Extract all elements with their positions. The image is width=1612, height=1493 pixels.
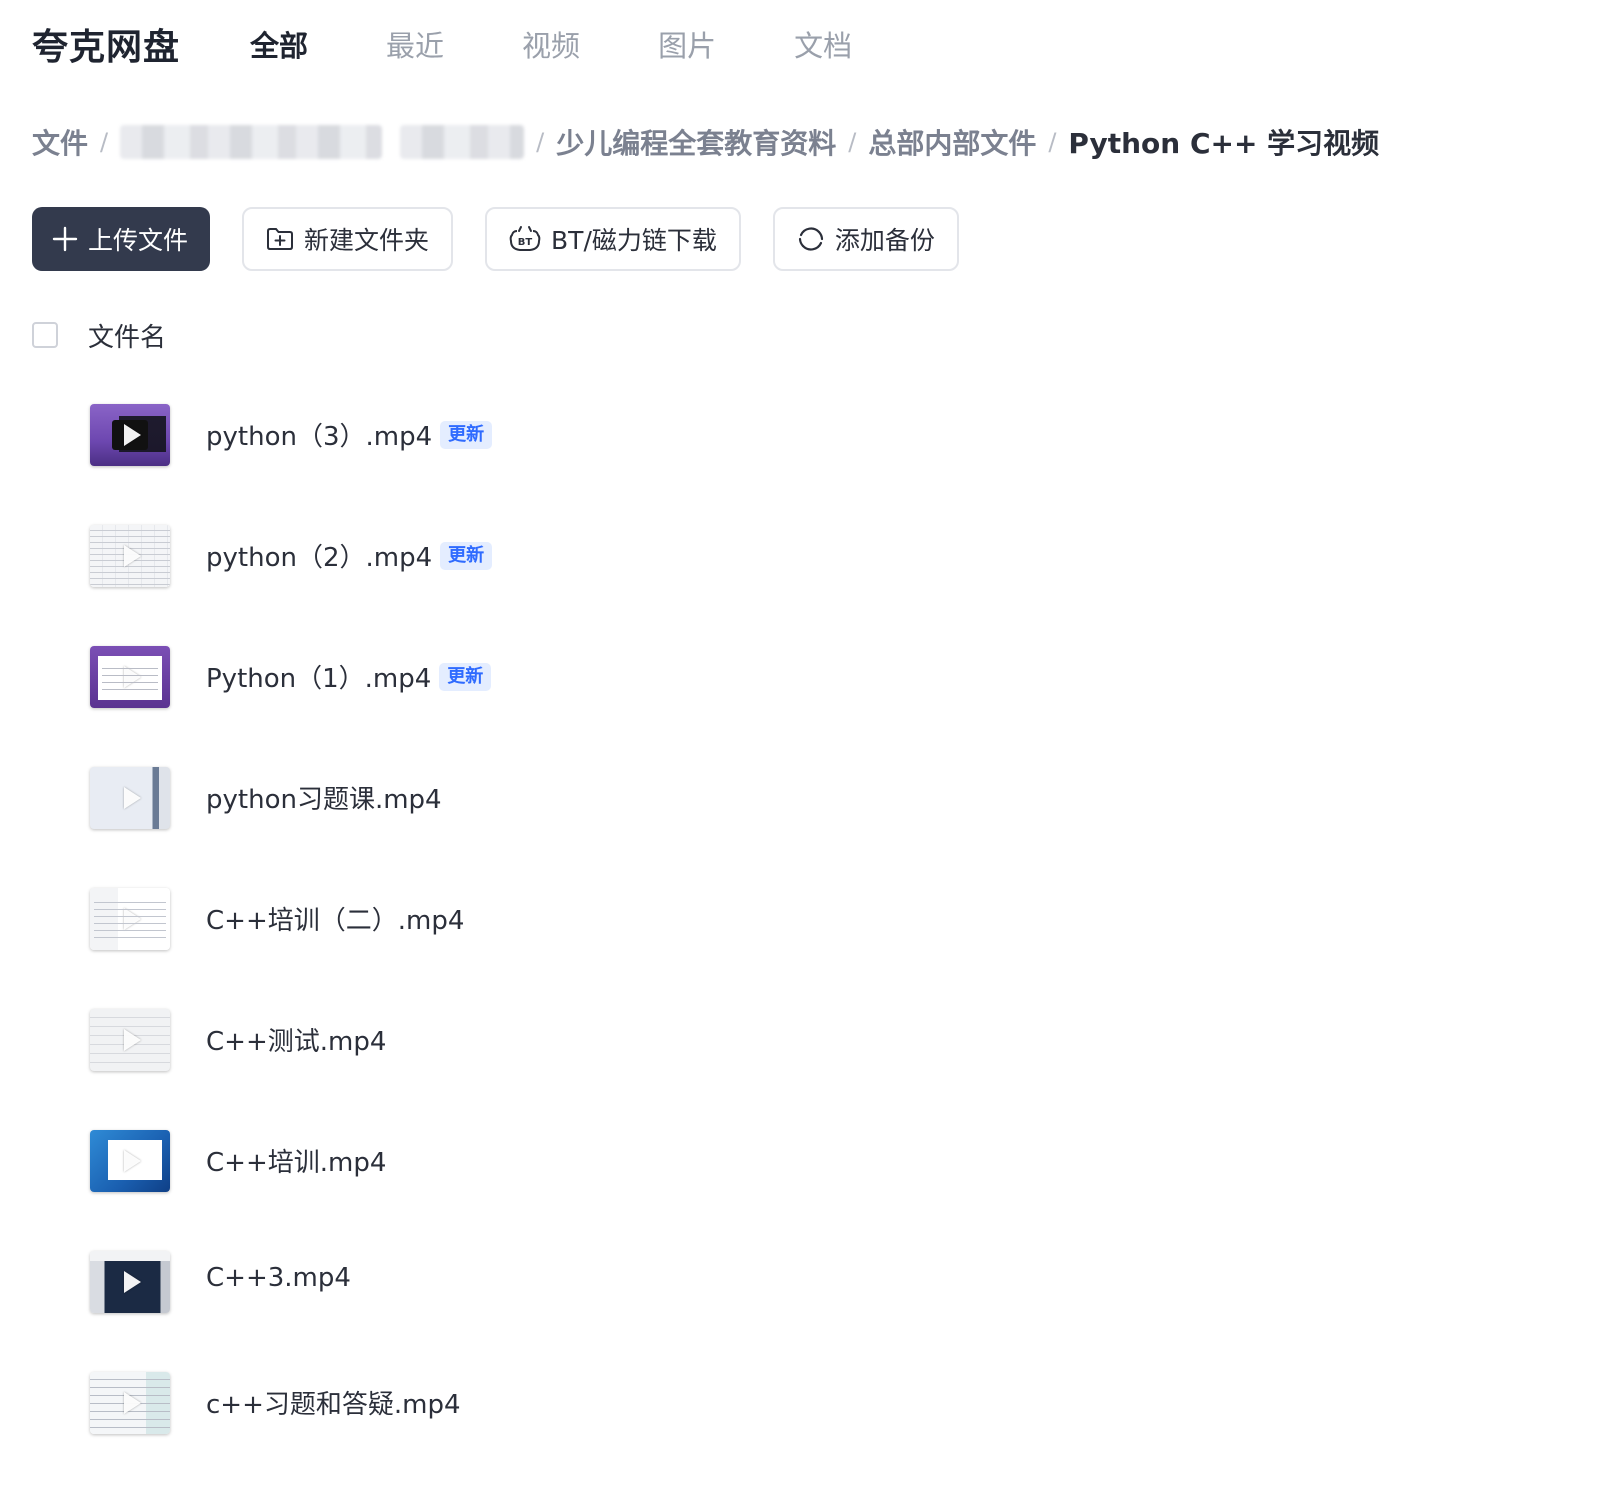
file-list: python（3）.mp4 更新 python（2）.mp4 更新 Python… — [90, 404, 1550, 1493]
backup-sync-icon — [797, 225, 825, 253]
file-name-text: python（2）.mp4 — [206, 543, 433, 573]
file-name: C++3.mp4 — [206, 1263, 351, 1293]
file-row[interactable]: c++习题和答疑.mp4 — [90, 1372, 1550, 1493]
file-row[interactable]: python（3）.mp4 更新 — [90, 404, 1550, 525]
breadcrumb-separator: / — [100, 128, 109, 156]
play-icon — [124, 908, 141, 930]
file-row[interactable]: C++培训（二）.mp4 — [90, 888, 1550, 1009]
app-logo[interactable]: 夸克网盘 — [32, 18, 180, 70]
video-thumbnail — [90, 404, 170, 466]
file-name-text: C++培训（二）.mp4 — [206, 906, 465, 936]
file-name-text: C++培训.mp4 — [206, 1148, 387, 1178]
video-thumbnail — [90, 1130, 170, 1192]
tab-image[interactable]: 图片 — [658, 23, 716, 65]
file-name: c++习题和答疑.mp4 — [206, 1384, 461, 1421]
breadcrumb-item-hq-files[interactable]: 总部内部文件 — [868, 122, 1036, 162]
file-name: python（2）.mp4 更新 — [206, 537, 493, 574]
file-name: python（3）.mp4 更新 — [206, 416, 493, 453]
video-thumbnail — [90, 1251, 170, 1313]
play-icon — [124, 1392, 141, 1414]
file-row[interactable]: C++测试.mp4 — [90, 1009, 1550, 1130]
bt-magnet-icon: BT — [509, 225, 541, 253]
new-folder-icon — [266, 226, 294, 252]
tab-document[interactable]: 文档 — [794, 23, 852, 65]
video-thumbnail — [90, 1372, 170, 1434]
play-icon — [124, 1029, 141, 1051]
bt-download-button[interactable]: BT BT/磁力链下载 — [485, 207, 741, 271]
file-name: C++培训（二）.mp4 — [206, 900, 464, 937]
video-thumbnail — [90, 1009, 170, 1071]
file-row[interactable]: Python（1）.mp4 更新 — [90, 646, 1550, 767]
file-name-text: python习题课.mp4 — [206, 785, 442, 815]
video-thumbnail — [90, 646, 170, 708]
new-folder-label: 新建文件夹 — [304, 226, 430, 255]
file-name: C++测试.mp4 — [206, 1021, 386, 1058]
file-row[interactable]: C++培训.mp4 — [90, 1130, 1550, 1251]
breadcrumb-current: Python C++ 学习视频 — [1068, 127, 1380, 160]
svg-text:BT: BT — [518, 237, 533, 248]
play-icon — [124, 666, 141, 688]
video-thumbnail — [90, 525, 170, 587]
upload-file-label: 上传文件 — [88, 226, 189, 255]
breadcrumb-redacted-segment[interactable] — [120, 125, 383, 159]
file-name-text: Python（1）.mp4 — [206, 664, 432, 694]
file-row[interactable]: python（2）.mp4 更新 — [90, 525, 1550, 646]
update-badge: 更新 — [439, 662, 492, 691]
file-name: python习题课.mp4 — [206, 779, 442, 816]
breadcrumb-root[interactable]: 文件 — [32, 122, 88, 162]
list-header: 文件名 — [32, 317, 166, 354]
video-thumbnail — [90, 767, 170, 829]
add-backup-label: 添加备份 — [834, 226, 935, 255]
play-icon — [124, 1271, 141, 1293]
play-icon — [124, 424, 141, 446]
video-thumbnail — [90, 888, 170, 950]
tab-recent[interactable]: 最近 — [386, 23, 444, 65]
file-name-text: C++测试.mp4 — [206, 1027, 387, 1057]
top-nav: 夸克网盘 全部 最近 视频 图片 文档 — [32, 18, 930, 70]
column-header-filename[interactable]: 文件名 — [88, 317, 166, 354]
file-name-text: C++3.mp4 — [206, 1263, 351, 1293]
breadcrumb-separator: / — [848, 128, 857, 156]
update-badge: 更新 — [440, 420, 493, 449]
breadcrumb-item-kids-coding[interactable]: 少儿编程全套教育资料 — [556, 122, 836, 162]
upload-file-button[interactable]: 上传文件 — [32, 207, 210, 271]
breadcrumb: 文件 / / 少儿编程全套教育资料 / 总部内部文件 / Python C++ … — [32, 118, 1379, 166]
breadcrumb-separator: / — [1048, 128, 1057, 156]
breadcrumb-redacted-segment[interactable] — [400, 125, 525, 159]
file-name-text: c++习题和答疑.mp4 — [206, 1390, 461, 1420]
tab-all[interactable]: 全部 — [250, 23, 308, 65]
file-name-text: python（3）.mp4 — [206, 422, 433, 452]
file-row[interactable]: python习题课.mp4 — [90, 767, 1550, 888]
new-folder-button[interactable]: 新建文件夹 — [242, 207, 454, 271]
file-name: C++培训.mp4 — [206, 1142, 386, 1179]
file-row[interactable]: C++3.mp4 — [90, 1251, 1550, 1372]
bt-download-label: BT/磁力链下载 — [551, 226, 717, 255]
play-icon — [124, 787, 141, 809]
play-icon — [124, 545, 141, 567]
file-name: Python（1）.mp4 更新 — [206, 658, 492, 695]
toolbar: 上传文件 新建文件夹 BT BT/磁力链下载 添加备份 — [32, 207, 991, 271]
tab-video[interactable]: 视频 — [522, 23, 580, 65]
breadcrumb-separator: / — [536, 128, 545, 156]
add-backup-button[interactable]: 添加备份 — [772, 207, 959, 271]
update-badge: 更新 — [440, 541, 493, 570]
plus-icon — [52, 226, 78, 252]
play-icon — [124, 1150, 141, 1172]
select-all-checkbox[interactable] — [32, 322, 58, 348]
